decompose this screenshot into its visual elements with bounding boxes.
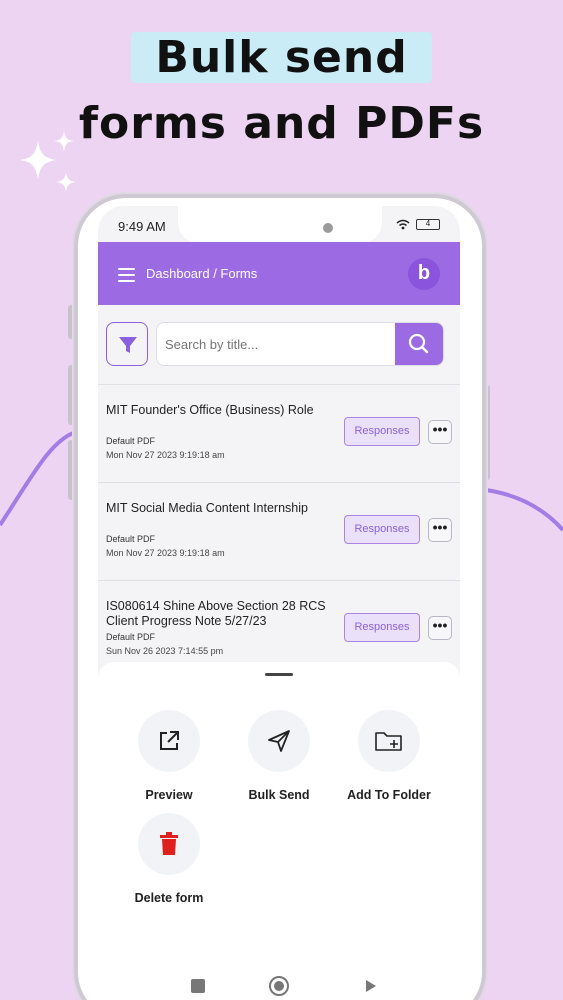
nav-buttons bbox=[191, 976, 376, 996]
more-options-button[interactable]: ••• bbox=[428, 420, 452, 444]
form-date: Mon Nov 27 2023 9:19:18 am bbox=[106, 450, 225, 460]
bulk-send-action[interactable]: Bulk Send bbox=[224, 710, 334, 802]
send-icon bbox=[268, 730, 290, 752]
folder-plus-icon bbox=[375, 732, 402, 751]
form-type: Default PDF bbox=[106, 632, 156, 642]
responses-button[interactable]: Responses bbox=[344, 515, 420, 544]
more-options-button[interactable]: ••• bbox=[428, 518, 452, 542]
preview-action[interactable]: Preview bbox=[114, 710, 224, 802]
form-title: IS080614 Shine Above Section 28 RCS Clie… bbox=[106, 599, 326, 628]
form-title: MIT Social Media Content Internship bbox=[106, 501, 308, 515]
search-input[interactable] bbox=[157, 323, 389, 365]
camera-notch bbox=[178, 206, 382, 244]
add-to-folder-label: Add To Folder bbox=[347, 788, 431, 802]
status-time: 9:49 AM bbox=[118, 219, 166, 234]
filter-icon bbox=[119, 337, 137, 353]
add-to-folder-action[interactable]: Add To Folder bbox=[334, 710, 444, 802]
preview-label: Preview bbox=[145, 788, 193, 802]
back-icon bbox=[366, 980, 376, 992]
wifi-icon bbox=[396, 219, 410, 230]
app-screen: 9:49 AM 4 Dashboard / Forms b Search by … bbox=[98, 206, 460, 1000]
list-item[interactable]: MIT Social Media Content Internship Defa… bbox=[98, 482, 460, 580]
more-options-button[interactable]: ••• bbox=[428, 616, 452, 640]
form-date: Mon Nov 27 2023 9:19:18 am bbox=[106, 548, 225, 558]
camera-dot bbox=[323, 223, 333, 233]
promo-headline-line1: Bulk send bbox=[0, 32, 563, 83]
breadcrumb[interactable]: Dashboard / Forms bbox=[146, 266, 257, 281]
external-link-icon bbox=[160, 731, 179, 750]
responses-button[interactable]: Responses bbox=[344, 417, 420, 446]
android-nav-bar bbox=[98, 972, 460, 1000]
bulk-send-button[interactable] bbox=[248, 710, 310, 772]
status-icons: 4 bbox=[396, 219, 440, 230]
battery-icon: 4 bbox=[416, 219, 440, 230]
search-bar bbox=[156, 322, 444, 366]
form-type: Default PDF bbox=[106, 534, 156, 544]
add-to-folder-button[interactable] bbox=[358, 710, 420, 772]
delete-form-label: Delete form bbox=[134, 891, 204, 905]
bulk-send-label: Bulk Send bbox=[248, 788, 310, 802]
form-title: MIT Founder's Office (Business) Role bbox=[106, 403, 314, 417]
delete-form-action[interactable]: Delete form bbox=[114, 813, 224, 905]
sheet-drag-handle[interactable] bbox=[265, 673, 293, 676]
filter-button[interactable] bbox=[106, 322, 148, 366]
status-bar: 9:49 AM 4 bbox=[98, 206, 460, 244]
app-logo[interactable]: b bbox=[408, 258, 440, 290]
promo-headline-line2: forms and PDFs bbox=[78, 98, 485, 149]
form-actions-sheet: Preview Bulk Send Add To Folder Delete f… bbox=[98, 662, 460, 1000]
form-type: Default PDF bbox=[106, 436, 156, 446]
hamburger-icon[interactable] bbox=[118, 268, 135, 286]
list-item[interactable]: MIT Founder's Office (Business) Role Def… bbox=[98, 384, 460, 482]
form-date: Sun Nov 26 2023 7:14:55 pm bbox=[106, 646, 224, 656]
preview-button[interactable] bbox=[138, 710, 200, 772]
search-button[interactable] bbox=[395, 323, 443, 365]
responses-button[interactable]: Responses bbox=[344, 613, 420, 642]
app-header: Dashboard / Forms b bbox=[98, 242, 460, 305]
delete-form-button[interactable] bbox=[138, 813, 200, 875]
trash-icon bbox=[160, 832, 178, 855]
search-icon bbox=[408, 333, 429, 354]
recents-icon bbox=[191, 979, 205, 993]
